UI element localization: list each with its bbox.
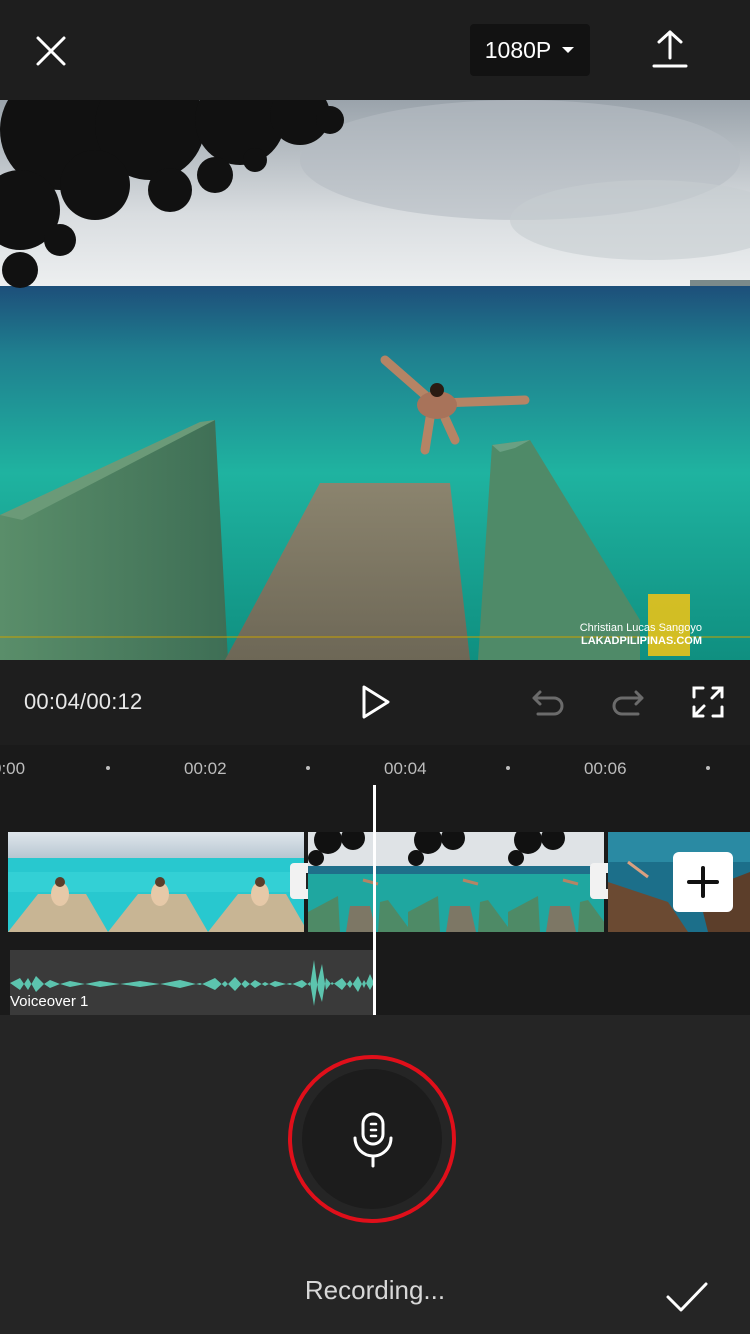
timecode: 00:04/00:12: [24, 689, 143, 714]
ruler-label: 00:06: [584, 759, 627, 778]
resolution-label: 1080P: [484, 36, 552, 63]
ruler-label: 0:00: [0, 759, 26, 778]
close-icon: [36, 36, 66, 66]
export-button[interactable]: [648, 26, 692, 72]
playback-controls: 00:04/00:12: [0, 660, 750, 745]
ruler-tick: [106, 766, 110, 770]
upload-icon: [652, 30, 688, 68]
credit-name: Christian Lucas Sangoyo: [579, 622, 702, 634]
ruler-tick: [306, 766, 310, 770]
ruler-tick: [706, 766, 710, 770]
credit-site: LAKADPILIPINAS.COM: [581, 635, 702, 647]
confirm-button[interactable]: [664, 1279, 710, 1315]
undo-button[interactable]: [528, 684, 568, 720]
voiceover-panel: Recording...: [0, 1015, 750, 1334]
play-icon: [362, 685, 390, 719]
ruler-label: 00:04: [384, 759, 427, 778]
preview-frame: [0, 100, 750, 660]
voiceover-label: Voiceover 1: [10, 993, 89, 1010]
microphone-icon: [345, 1110, 401, 1170]
ruler-label: 00:02: [184, 759, 227, 778]
add-clip-button[interactable]: [673, 852, 733, 912]
watermark-credit: Christian Lucas Sangoyo LAKADPILIPINAS.C…: [580, 622, 702, 648]
timeline[interactable]: 0:00 00:02 00:04 00:06: [0, 745, 750, 1015]
playhead[interactable]: [373, 785, 376, 1015]
redo-button[interactable]: [608, 684, 648, 720]
caret-down-icon: [562, 47, 575, 53]
resolution-dropdown[interactable]: 1080P: [470, 24, 590, 76]
close-button[interactable]: [28, 28, 74, 74]
clip-thumbnails: [8, 832, 304, 932]
ruler-tick: [506, 766, 510, 770]
video-clip[interactable]: [308, 832, 604, 932]
top-bar: 1080P: [0, 0, 750, 100]
checkmark-icon: [666, 1282, 708, 1312]
redo-icon: [612, 690, 644, 716]
fullscreen-icon: [692, 686, 724, 718]
play-button[interactable]: [358, 682, 394, 722]
undo-icon: [532, 690, 564, 716]
plus-icon: [687, 866, 719, 898]
recording-status: Recording...: [304, 1275, 446, 1305]
fullscreen-button[interactable]: [690, 684, 726, 720]
video-clip[interactable]: [8, 832, 304, 932]
video-preview[interactable]: Christian Lucas Sangoyo LAKADPILIPINAS.C…: [0, 100, 750, 660]
clip-thumbnails: [308, 832, 604, 932]
